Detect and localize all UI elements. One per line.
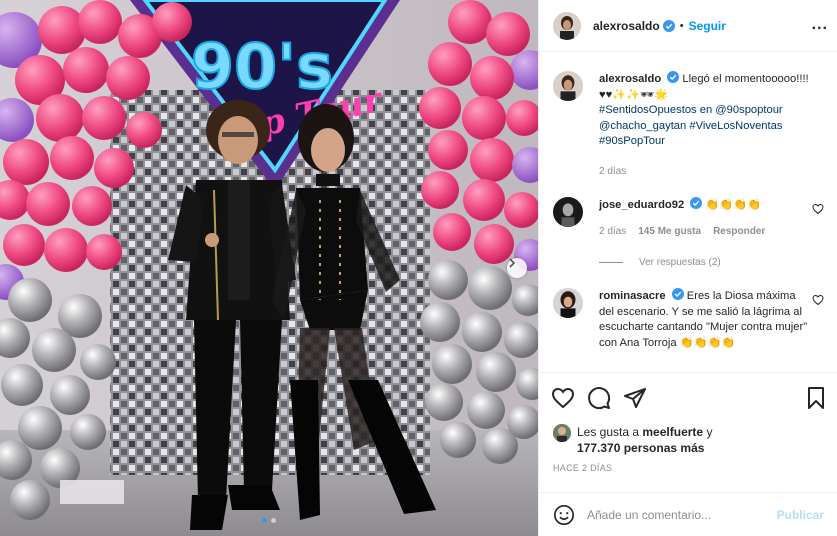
author-username[interactable]: alexrosaldo: [593, 19, 660, 33]
view-replies-button[interactable]: Ver respuestas (2): [599, 257, 824, 268]
reply-button[interactable]: Responder: [713, 224, 765, 240]
verified-badge-icon: [662, 19, 675, 32]
like-heart-icon[interactable]: [551, 386, 575, 410]
share-paper-plane-icon[interactable]: [623, 386, 647, 410]
verified-badge-icon: [671, 288, 684, 300]
caption-username[interactable]: alexrosaldo: [599, 73, 661, 85]
liker-avatar: [553, 424, 571, 442]
view-replies-label: Ver respuestas (2): [639, 257, 721, 268]
liker-username[interactable]: meelfuerte: [642, 425, 703, 439]
verified-badge-icon: [690, 197, 703, 209]
post-date: HACE 2 DÍAS: [553, 463, 613, 473]
likes-count[interactable]: 177.370 personas más: [577, 441, 704, 455]
carousel-dot: [271, 518, 276, 523]
likes-prefix: Les gusta a: [577, 425, 640, 439]
avatar-image: [553, 197, 583, 227]
comment-username[interactable]: jose_eduardo92: [599, 199, 684, 211]
emoji-smiley-icon[interactable]: [553, 504, 575, 526]
chevron-right-icon: [509, 258, 516, 268]
avatar-image: [553, 11, 581, 40]
post-photo[interactable]: 90's Pop Tour: [0, 0, 538, 536]
caption: alexrosaldo Llegó el momentooooo!!!! ♥♥✨…: [553, 71, 824, 179]
caption-hashtags[interactable]: #SentidosOpuestos en @90spoptour @chacho…: [599, 104, 783, 147]
avatar-image: [553, 71, 583, 101]
post-side-panel: alexrosaldo • Seguir ... alexrosaldo Lle…: [538, 0, 837, 536]
replies-line: [599, 262, 623, 263]
verified-badge-icon: [667, 71, 680, 83]
banner-text: 90's: [191, 30, 333, 103]
likes-summary[interactable]: Les gusta a meelfuerte y 177.370 persona…: [553, 424, 712, 456]
comment-meta: 2 días 145 Me gusta Responder: [599, 224, 809, 240]
action-bar: [539, 372, 837, 420]
caption-time: 2 días: [599, 165, 627, 177]
save-bookmark-icon[interactable]: [804, 386, 828, 410]
avatar-image: [553, 424, 571, 442]
more-options-icon[interactable]: ...: [812, 16, 828, 34]
add-comment-bar: Publicar: [539, 492, 837, 536]
comment-item: rominasacre Eres la Diosa máxima del esc…: [553, 288, 824, 351]
next-photo-button[interactable]: [507, 258, 527, 278]
carousel-dot-active: [262, 518, 267, 523]
comment-time: 2 días: [599, 225, 627, 237]
comment-item: jose_eduardo92 👏👏👏👏 2 días 145 Me gusta …: [553, 197, 824, 239]
caption-meta: 2 días: [599, 164, 809, 180]
comment-input[interactable]: [587, 507, 777, 522]
comment-text: 👏👏👏👏: [705, 199, 762, 211]
likes-suffix: y: [706, 425, 713, 439]
commenter-avatar[interactable]: [553, 288, 583, 318]
carousel-indicator: [0, 518, 538, 523]
publish-button[interactable]: Publicar: [777, 508, 824, 522]
author-avatar[interactable]: [553, 11, 581, 40]
comment-username[interactable]: rominasacre: [599, 290, 666, 302]
avatar-image: [553, 288, 583, 318]
caption-avatar[interactable]: [553, 71, 583, 101]
comments-section[interactable]: alexrosaldo Llegó el momentooooo!!!! ♥♥✨…: [539, 53, 837, 371]
follow-button[interactable]: Seguir: [689, 19, 726, 33]
comment-like-heart-icon[interactable]: [812, 203, 824, 215]
comment-like-heart-icon[interactable]: [812, 294, 824, 306]
header-separator: •: [679, 19, 684, 32]
post-header: alexrosaldo • Seguir ...: [539, 0, 837, 52]
comment-likes[interactable]: 145 Me gusta: [638, 224, 701, 240]
comment-bubble-icon[interactable]: [587, 386, 611, 410]
post-image: 90's Pop Tour: [0, 0, 538, 536]
commenter-avatar[interactable]: [553, 197, 583, 227]
